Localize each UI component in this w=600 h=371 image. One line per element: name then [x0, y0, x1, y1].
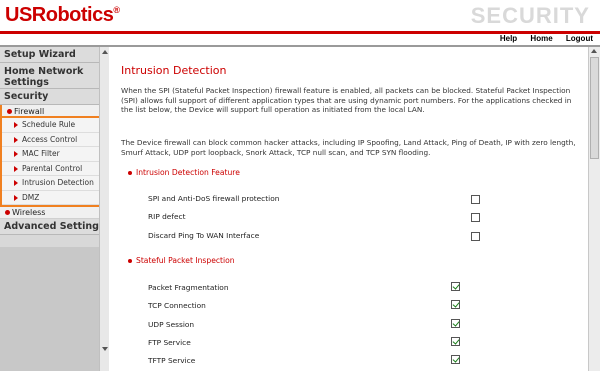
arrow-right-icon [14, 122, 18, 128]
sidebar-item-setup-wizard[interactable]: Setup Wizard [0, 47, 108, 63]
attacks-paragraph: The Device firewall can block common hac… [121, 138, 576, 157]
sidebar-item-parental-control[interactable]: Parental Control [2, 161, 104, 176]
option-label: SPI and Anti-DoS firewall protection [148, 194, 280, 203]
sidebar-item-security[interactable]: Security [0, 89, 108, 105]
bullet-icon [5, 210, 10, 215]
section-intrusion-detection-feature: Intrusion Detection Feature [128, 168, 240, 177]
ftp-service-checkbox[interactable] [451, 337, 460, 346]
spi-antidos-checkbox[interactable] [471, 195, 480, 204]
sidebar-background [0, 247, 100, 371]
sidebar: Setup Wizard Home Network Settings Secur… [0, 47, 109, 371]
arrow-right-icon [14, 180, 18, 186]
discard-ping-checkbox[interactable] [471, 232, 480, 241]
bullet-icon [128, 259, 132, 263]
bullet-icon [7, 109, 12, 114]
sidebar-item-intrusion-detection[interactable]: Intrusion Detection [2, 176, 104, 191]
firewall-group: Firewall Schedule Rule Access Control MA… [0, 105, 106, 207]
option-label: FTP Service [148, 338, 191, 347]
arrow-right-icon [14, 151, 18, 157]
bullet-icon [128, 171, 132, 175]
sidebar-item-access-control[interactable]: Access Control [2, 132, 104, 147]
tcp-connection-checkbox[interactable] [451, 300, 460, 309]
option-label: TFTP Service [148, 356, 196, 365]
home-link[interactable]: Home [530, 34, 552, 43]
page-title: Intrusion Detection [121, 64, 227, 77]
scroll-up-icon[interactable] [102, 50, 108, 54]
option-label: TCP Connection [148, 301, 206, 310]
option-label: RIP defect [148, 212, 186, 221]
sidebar-item-schedule-rule[interactable]: Schedule Rule [2, 118, 104, 133]
header: USRobotics® SECURITY [0, 0, 600, 30]
option-label: Packet Fragmentation [148, 283, 229, 292]
sidebar-item-firewall[interactable]: Firewall [2, 105, 104, 118]
scroll-up-icon[interactable] [591, 49, 597, 53]
udp-session-checkbox[interactable] [451, 319, 460, 328]
logout-link[interactable]: Logout [566, 34, 593, 43]
rip-defect-checkbox[interactable] [471, 213, 480, 222]
sidebar-item-home-network[interactable]: Home Network Settings [0, 63, 108, 89]
tftp-service-checkbox[interactable] [451, 355, 460, 364]
option-label: UDP Session [148, 320, 195, 329]
sidebar-scrollbar[interactable] [99, 47, 109, 371]
scroll-thumb[interactable] [590, 57, 599, 159]
usrobotics-logo: USRobotics® [5, 4, 120, 26]
content-panel: Intrusion Detection When the SPI (Statef… [110, 47, 588, 371]
sidebar-item-mac-filter[interactable]: MAC Filter [2, 147, 104, 162]
main-scrollbar[interactable] [588, 47, 600, 371]
sidebar-item-wireless[interactable]: Wireless [0, 207, 108, 219]
sidebar-item-dmz[interactable]: DMZ [2, 190, 104, 205]
arrow-right-icon [14, 165, 18, 172]
section-title: SECURITY [470, 3, 590, 28]
packet-fragmentation-checkbox[interactable] [451, 282, 460, 291]
help-link[interactable]: Help [500, 34, 517, 43]
section-stateful-packet-inspection: Stateful Packet Inspection [128, 256, 235, 265]
sidebar-item-advanced-settings[interactable]: Advanced Settings [0, 219, 108, 235]
arrow-right-icon [14, 136, 18, 143]
arrow-right-icon [14, 194, 18, 201]
option-label: Discard Ping To WAN Interface [148, 231, 260, 240]
scroll-down-icon[interactable] [102, 347, 108, 351]
intro-paragraph: When the SPI (Stateful Packet Inspection… [121, 86, 572, 115]
